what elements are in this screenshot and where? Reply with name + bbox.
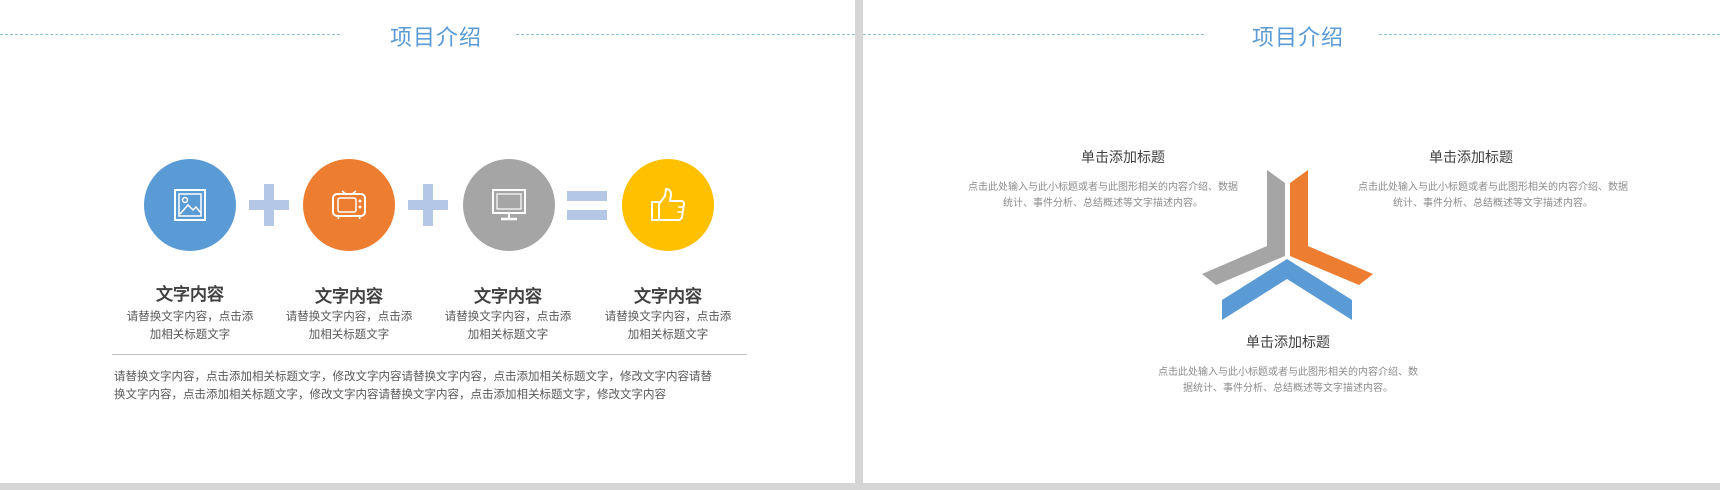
image-icon: [174, 189, 206, 221]
item-description[interactable]: 请替换文字内容，点击添 加相关标题文字: [438, 307, 578, 343]
block-description[interactable]: 点击此处输入与此小标题或者与此图形相关的内容介绍、数 据统计、事件分析、总结概述…: [1138, 365, 1438, 397]
block-description[interactable]: 点击此处输入与此小标题或者与此图形相关的内容介绍、数据 统计、事件分析、总结概述…: [1343, 180, 1643, 212]
thumbs-up-icon: [651, 188, 685, 221]
divider-line: [112, 354, 747, 355]
three-chevron-graphic: [1202, 170, 1373, 320]
equals-sign: [567, 184, 607, 226]
body-paragraph[interactable]: 请替换文字内容，点击添加相关标题文字，修改文字内容请替换文字内容，点击添加相关标…: [114, 367, 754, 403]
monitor-icon: [492, 189, 526, 221]
slide-title[interactable]: 项目介绍: [1252, 20, 1344, 52]
block-title[interactable]: 单击添加标题: [1376, 147, 1566, 167]
plus-sign: [408, 184, 448, 226]
icon-circle-orange[interactable]: [303, 159, 395, 251]
item-description[interactable]: 请替换文字内容，点击添 加相关标题文字: [598, 307, 738, 343]
block-title[interactable]: 单击添加标题: [1193, 332, 1383, 352]
slide-title[interactable]: 项目介绍: [390, 20, 482, 52]
icon-circle-gray[interactable]: [463, 159, 555, 251]
item-title[interactable]: 文字内容: [120, 280, 260, 305]
icon-circle-yellow[interactable]: [622, 159, 714, 251]
title-dashed-rule-right: [516, 34, 855, 35]
title-dashed-rule-left: [0, 34, 340, 35]
title-dashed-rule-right: [1379, 34, 1720, 35]
orange-chevron[interactable]: [1290, 170, 1373, 285]
plus-sign: [249, 184, 289, 226]
item-title[interactable]: 文字内容: [438, 282, 578, 307]
item-description[interactable]: 请替换文字内容，点击添 加相关标题文字: [279, 307, 419, 343]
icon-circle-blue[interactable]: [144, 159, 236, 251]
slide-project-intro-right: 项目介绍 单击添加标题 点击此处输入与此小标题或者与此图形相关的内容介绍、数据 …: [863, 0, 1720, 483]
item-title[interactable]: 文字内容: [598, 282, 738, 307]
block-title[interactable]: 单击添加标题: [1028, 147, 1218, 167]
gray-chevron[interactable]: [1202, 170, 1285, 285]
slide-project-intro-left: 项目介绍 文字内容 请替换文字内容，点击添 加相关标题文字 文字内容 请替换文字…: [0, 0, 855, 483]
item-title[interactable]: 文字内容: [279, 282, 419, 307]
title-dashed-rule-left: [863, 34, 1204, 35]
tv-icon: [332, 190, 366, 220]
item-description[interactable]: 请替换文字内容，点击添 加相关标题文字: [120, 307, 260, 343]
